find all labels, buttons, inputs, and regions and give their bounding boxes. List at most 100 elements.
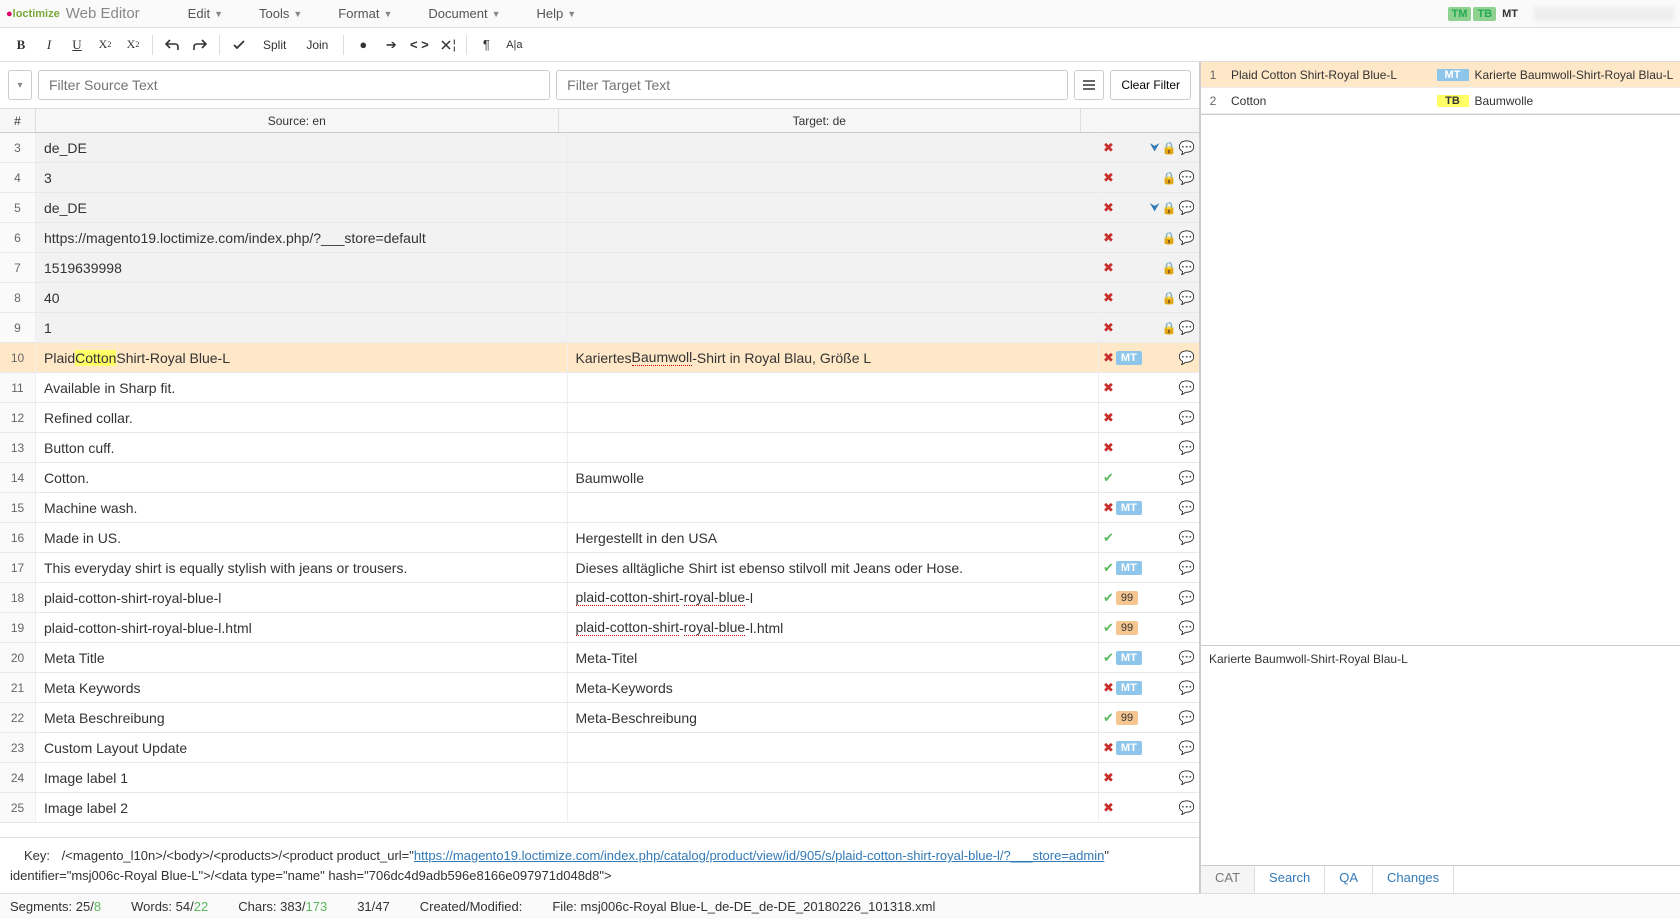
status-confirmed-icon[interactable]: ✔	[1103, 470, 1114, 486]
segment-row[interactable]: 15Machine wash.✖MT💬	[0, 493, 1199, 523]
split-button[interactable]: Split	[254, 32, 295, 58]
source-cell[interactable]: Image label 2	[36, 793, 568, 822]
target-cell[interactable]: plaid-cotton-shirt-royal-blue-l.html	[568, 613, 1100, 642]
menu-format[interactable]: Format▼	[320, 6, 410, 21]
filter-target-input[interactable]	[556, 70, 1068, 100]
status-unconfirmed-icon[interactable]: ✖	[1103, 350, 1114, 366]
source-cell[interactable]: Refined collar.	[36, 403, 568, 432]
menu-edit[interactable]: Edit▼	[170, 6, 241, 21]
target-cell[interactable]	[568, 283, 1100, 312]
segment-row[interactable]: 14Cotton.Baumwolle✔💬	[0, 463, 1199, 493]
source-cell[interactable]: 1	[36, 313, 568, 342]
status-unconfirmed-icon[interactable]: ✖	[1103, 170, 1114, 186]
segment-row[interactable]: 840✖🔒💬	[0, 283, 1199, 313]
comment-icon[interactable]: 💬	[1179, 320, 1195, 336]
status-confirmed-icon[interactable]: ✔	[1103, 590, 1114, 606]
target-cell[interactable]	[568, 313, 1100, 342]
comment-icon[interactable]: 💬	[1179, 260, 1195, 276]
source-cell[interactable]: Custom Layout Update	[36, 733, 568, 762]
source-cell[interactable]: 40	[36, 283, 568, 312]
source-cell[interactable]: de_DE	[36, 133, 568, 162]
comment-icon[interactable]: 💬	[1179, 620, 1195, 636]
comment-icon[interactable]: 💬	[1179, 200, 1195, 216]
status-confirmed-icon[interactable]: ✔	[1103, 650, 1114, 666]
status-unconfirmed-icon[interactable]: ✖	[1103, 380, 1114, 396]
source-cell[interactable]: de_DE	[36, 193, 568, 222]
comment-icon[interactable]: 💬	[1179, 560, 1195, 576]
source-cell[interactable]: Meta Keywords	[36, 673, 568, 702]
source-cell[interactable]: https://magento19.loctimize.com/index.ph…	[36, 223, 568, 252]
cat-result-row[interactable]: 2CottonTBBaumwolle	[1201, 88, 1680, 114]
target-cell[interactable]	[568, 763, 1100, 792]
source-cell[interactable]: Button cuff.	[36, 433, 568, 462]
tab-qa[interactable]: QA	[1325, 866, 1373, 893]
subscript-button[interactable]: X2	[92, 32, 118, 58]
comment-icon[interactable]: 💬	[1179, 650, 1195, 666]
segment-row[interactable]: 18plaid-cotton-shirt-royal-blue-lplaid-c…	[0, 583, 1199, 613]
undo-button[interactable]	[159, 32, 185, 58]
comment-icon[interactable]: 💬	[1179, 770, 1195, 786]
menu-help[interactable]: Help▼	[519, 6, 595, 21]
segment-row[interactable]: 3de_DE✖⮟🔒💬	[0, 133, 1199, 163]
comment-icon[interactable]: 💬	[1179, 290, 1195, 306]
comment-icon[interactable]: 💬	[1179, 350, 1195, 366]
source-cell[interactable]: Image label 1	[36, 763, 568, 792]
status-unconfirmed-icon[interactable]: ✖	[1103, 800, 1114, 816]
comment-icon[interactable]: 💬	[1179, 170, 1195, 186]
comment-icon[interactable]: 💬	[1179, 470, 1195, 486]
segment-row[interactable]: 10Plaid Cotton Shirt-Royal Blue-LKariert…	[0, 343, 1199, 373]
target-cell[interactable]	[568, 793, 1100, 822]
bold-button[interactable]: B	[8, 32, 34, 58]
filter-menu-button[interactable]: ▾	[8, 70, 32, 100]
target-cell[interactable]	[568, 193, 1100, 222]
confirm-button[interactable]	[226, 32, 252, 58]
source-cell[interactable]: Available in Sharp fit.	[36, 373, 568, 402]
segment-row[interactable]: 24Image label 1✖💬	[0, 763, 1199, 793]
status-unconfirmed-icon[interactable]: ✖	[1103, 410, 1114, 426]
target-cell[interactable]: Dieses alltägliche Shirt ist ebenso stil…	[568, 553, 1100, 582]
comment-icon[interactable]: 💬	[1179, 530, 1195, 546]
tab-search[interactable]: Search	[1255, 866, 1325, 893]
segment-row[interactable]: 6https://magento19.loctimize.com/index.p…	[0, 223, 1199, 253]
segment-row[interactable]: 22Meta BeschreibungMeta-Beschreibung✔99💬	[0, 703, 1199, 733]
target-cell[interactable]	[568, 403, 1100, 432]
col-source[interactable]: Source: en	[36, 109, 559, 132]
superscript-button[interactable]: X2	[120, 32, 146, 58]
clear-filter-button[interactable]: Clear Filter	[1110, 70, 1191, 100]
status-unconfirmed-icon[interactable]: ✖	[1103, 740, 1114, 756]
source-cell[interactable]: Cotton.	[36, 463, 568, 492]
tab-changes[interactable]: Changes	[1373, 866, 1454, 893]
record-icon[interactable]: ●	[350, 32, 376, 58]
pilcrow-button[interactable]: ¶	[473, 32, 499, 58]
source-cell[interactable]: plaid-cotton-shirt-royal-blue-l.html	[36, 613, 568, 642]
status-unconfirmed-icon[interactable]: ✖	[1103, 680, 1114, 696]
comment-icon[interactable]: 💬	[1179, 230, 1195, 246]
list-view-button[interactable]	[1074, 70, 1104, 100]
segment-row[interactable]: 25Image label 2✖💬	[0, 793, 1199, 823]
underline-button[interactable]: U	[64, 32, 90, 58]
target-cell[interactable]: Baumwolle	[568, 463, 1100, 492]
arrow-right-icon[interactable]: ➔	[378, 32, 404, 58]
status-unconfirmed-icon[interactable]: ✖	[1103, 140, 1114, 156]
target-cell[interactable]: Kariertes Baumwoll-Shirt in Royal Blau, …	[568, 343, 1100, 372]
target-cell[interactable]	[568, 493, 1100, 522]
target-cell[interactable]: Hergestellt in den USA	[568, 523, 1100, 552]
comment-icon[interactable]: 💬	[1179, 710, 1195, 726]
case-button[interactable]: A|a	[501, 32, 527, 58]
comment-icon[interactable]: 💬	[1179, 410, 1195, 426]
cat-result-row[interactable]: 1Plaid Cotton Shirt-Royal Blue-LMTKarier…	[1201, 62, 1680, 88]
target-cell[interactable]	[568, 433, 1100, 462]
segment-row[interactable]: 23Custom Layout Update✖MT💬	[0, 733, 1199, 763]
comment-icon[interactable]: 💬	[1179, 740, 1195, 756]
italic-button[interactable]: I	[36, 32, 62, 58]
comment-icon[interactable]: 💬	[1179, 680, 1195, 696]
comment-icon[interactable]: 💬	[1179, 140, 1195, 156]
target-cell[interactable]	[568, 223, 1100, 252]
segment-row[interactable]: 11Available in Sharp fit.✖💬	[0, 373, 1199, 403]
filter-source-input[interactable]	[38, 70, 550, 100]
target-cell[interactable]	[568, 133, 1100, 162]
source-cell[interactable]: This everyday shirt is equally stylish w…	[36, 553, 568, 582]
source-cell[interactable]: 1519639998	[36, 253, 568, 282]
status-unconfirmed-icon[interactable]: ✖	[1103, 770, 1114, 786]
tags-button[interactable]: < >	[406, 32, 432, 58]
